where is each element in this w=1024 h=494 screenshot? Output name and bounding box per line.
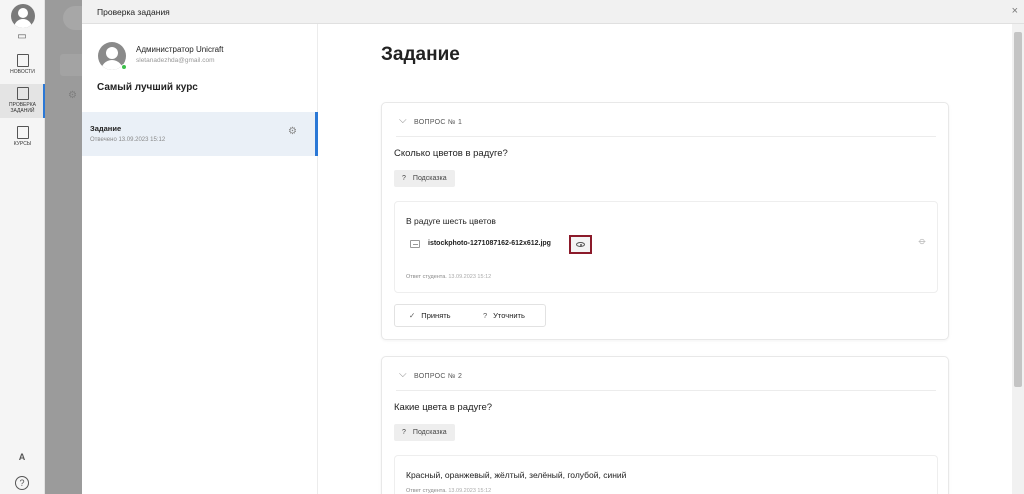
question-text: Какие цвета в радуге? bbox=[394, 402, 493, 413]
accept-label: Принять bbox=[421, 311, 451, 320]
nav-courses[interactable]: КУРСЫ bbox=[0, 124, 45, 150]
clarify-button[interactable]: ? Уточнить bbox=[483, 305, 525, 326]
question-header[interactable]: ⌵ ВОПРОС № 2 bbox=[396, 369, 936, 391]
nav-news-label: НОВОСТИ bbox=[10, 69, 35, 75]
task-list-item[interactable]: Задание Отвечено 13.09.2023 15:12 ⚙ bbox=[82, 112, 318, 156]
book-icon bbox=[16, 126, 29, 139]
gear-icon[interactable]: ⚙ bbox=[288, 126, 297, 137]
modal-header: Проверка задания × bbox=[82, 0, 1024, 24]
scrollbar[interactable] bbox=[1012, 24, 1024, 494]
answer-box: Красный, оранжевый, жёлтый, зелёный, гол… bbox=[394, 455, 938, 494]
help-icon[interactable]: ? bbox=[15, 476, 29, 490]
preview-button[interactable] bbox=[569, 235, 592, 254]
app-sidebar: ▭ НОВОСТИ ПРОВЕРКА ЗАДАНИЙ КУРСЫ A ? bbox=[0, 0, 45, 494]
monitor-icon[interactable]: ▭ bbox=[16, 31, 28, 43]
chevron-down-icon[interactable]: ⌵ bbox=[399, 369, 407, 380]
answer-text: В радуге шесть цветов bbox=[406, 216, 496, 226]
background-overlay: ⚙ bbox=[45, 0, 93, 494]
user-email: sletanadezhda@gmail.com bbox=[136, 57, 215, 64]
modal-title: Проверка задания bbox=[97, 7, 170, 17]
question-icon: ? bbox=[483, 311, 488, 320]
page-title: Задание bbox=[381, 44, 460, 65]
course-title: Самый лучший курс bbox=[97, 82, 198, 93]
profile-avatar[interactable] bbox=[11, 4, 35, 28]
answer-box: В радуге шесть цветов istockphoto-127108… bbox=[394, 201, 938, 293]
question-card: ⌵ ВОПРОС № 1 Сколько цветов в радуге? ? П… bbox=[381, 102, 949, 340]
student-answer-label: Ответ студента. bbox=[406, 488, 447, 494]
clarify-label: Уточнить bbox=[493, 311, 525, 320]
student-answer-meta: Ответ студента. 13.09.2023 15:12 bbox=[406, 274, 491, 280]
task-name: Задание bbox=[90, 124, 122, 133]
scrollbar-thumb[interactable] bbox=[1014, 32, 1022, 387]
question-text: Сколько цветов в радуге? bbox=[394, 148, 508, 159]
translate-icon[interactable]: A bbox=[16, 451, 28, 463]
newspaper-icon bbox=[16, 54, 29, 67]
background-gear-icon: ⚙ bbox=[68, 90, 77, 101]
attachment-file-name[interactable]: istockphoto-1271087162-612x612.jpg bbox=[428, 240, 551, 247]
accept-button[interactable]: ✓ Принять bbox=[409, 305, 451, 326]
student-answer-date: 13.09.2023 15:12 bbox=[448, 488, 492, 494]
user-name: Администратор Unicraft bbox=[136, 45, 224, 54]
online-status-icon bbox=[121, 64, 127, 70]
task-list-panel: Администратор Unicraft sletanadezhda@gma… bbox=[82, 24, 318, 494]
answer-text: Красный, оранжевый, жёлтый, зелёный, гол… bbox=[406, 470, 627, 480]
nav-task-review[interactable]: ПРОВЕРКА ЗАДАНИЙ bbox=[0, 84, 45, 118]
hint-label: Подсказка bbox=[412, 429, 447, 436]
question-mark-icon: ? bbox=[402, 175, 406, 182]
clipboard-check-icon bbox=[16, 87, 29, 100]
question-number: ВОПРОС № 1 bbox=[414, 119, 463, 126]
image-file-icon bbox=[410, 240, 420, 248]
task-detail-panel: Задание ⌵ ВОПРОС № 1 Сколько цветов в ра… bbox=[318, 24, 1012, 494]
check-icon: ✓ bbox=[409, 311, 416, 320]
close-icon[interactable]: × bbox=[1012, 5, 1018, 17]
paperclip-icon[interactable]: ⌀ bbox=[916, 235, 928, 247]
hint-label: Подсказка bbox=[412, 175, 447, 182]
student-answer-meta: Ответ студента. 13.09.2023 15:12 bbox=[406, 488, 491, 494]
review-actions: ✓ Принять ? Уточнить bbox=[394, 304, 546, 327]
hint-button[interactable]: ? Подсказка bbox=[394, 424, 455, 441]
question-header[interactable]: ⌵ ВОПРОС № 1 bbox=[396, 115, 936, 137]
student-answer-date: 13.09.2023 15:12 bbox=[448, 274, 492, 280]
nav-news[interactable]: НОВОСТИ bbox=[0, 52, 45, 80]
question-mark-icon: ? bbox=[402, 429, 406, 436]
hint-button[interactable]: ? Подсказка bbox=[394, 170, 455, 187]
eye-icon bbox=[576, 242, 585, 247]
nav-task-review-label: ПРОВЕРКА ЗАДАНИЙ bbox=[9, 102, 36, 114]
task-date: Отвечено 13.09.2023 15:12 bbox=[90, 137, 166, 143]
question-number: ВОПРОС № 2 bbox=[414, 373, 463, 380]
question-card: ⌵ ВОПРОС № 2 Какие цвета в радуге? ? Подс… bbox=[381, 356, 949, 494]
nav-courses-label: КУРСЫ bbox=[13, 141, 32, 147]
student-answer-label: Ответ студента. bbox=[406, 274, 447, 280]
chevron-down-icon[interactable]: ⌵ bbox=[399, 115, 407, 126]
